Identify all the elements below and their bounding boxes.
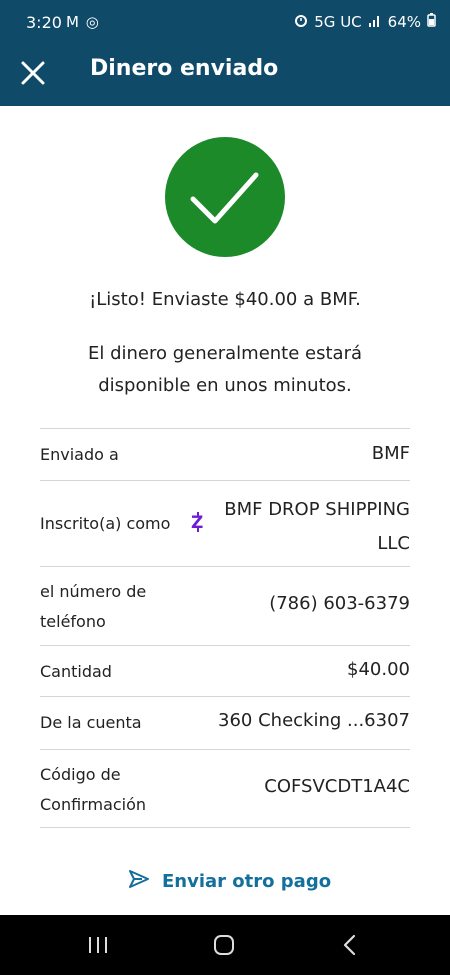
detail-row-account: De la cuenta 360 Checking ...6307 xyxy=(40,697,410,750)
detail-label: Cantidad xyxy=(40,662,112,681)
detail-row-phone: el número de teléfono (786) 603-6379 xyxy=(40,567,410,646)
status-right: 5G UC 64% xyxy=(294,13,436,31)
app-bar: Dinero enviado xyxy=(0,48,450,106)
detail-row-enrolled-as: Inscrito(a) como Z BMF DROP SHIPPING LLC xyxy=(40,481,410,567)
battery-icon xyxy=(427,13,436,31)
recents-icon[interactable] xyxy=(68,915,128,975)
notification-icons: M ◎ xyxy=(66,13,100,31)
detail-value: 360 Checking ...6307 xyxy=(218,710,410,731)
success-badge xyxy=(165,137,285,257)
transfer-details: Enviado a BMF Inscrito(a) como Z BMF DRO… xyxy=(40,428,410,828)
status-time: 3:20 xyxy=(26,13,62,32)
home-icon[interactable] xyxy=(194,915,254,975)
send-icon xyxy=(128,869,150,894)
detail-row-amount: Cantidad $40.00 xyxy=(40,646,410,697)
detail-value: $40.00 xyxy=(347,659,410,680)
system-nav-bar xyxy=(0,915,450,975)
detail-row-recipient: Enviado a BMF xyxy=(40,429,410,481)
battery-label: 64% xyxy=(387,13,421,31)
detail-value: COFSVCDT1A4C xyxy=(264,776,410,797)
detail-label: Enviado a xyxy=(40,445,119,464)
checkmark-icon xyxy=(190,172,259,224)
detail-value: (786) 603-6379 xyxy=(269,593,410,614)
detail-label: Inscrito(a) como xyxy=(40,514,171,533)
success-message: ¡Listo! Enviaste $40.00 a BMF. xyxy=(89,289,361,310)
network-label: 5G UC xyxy=(314,13,362,31)
page-title: Dinero enviado xyxy=(90,56,279,81)
detail-value: BMF xyxy=(371,443,410,464)
detail-label: Código de Confirmación xyxy=(40,765,147,814)
close-icon[interactable] xyxy=(20,60,46,86)
back-icon[interactable] xyxy=(320,915,380,975)
detail-label: el número de teléfono xyxy=(40,582,147,631)
detail-label: De la cuenta xyxy=(40,713,142,732)
status-bar: 3:20 M ◎ 5G UC 64% xyxy=(0,0,450,48)
send-another-payment-button[interactable]: Enviar otro pago xyxy=(128,866,331,896)
zelle-icon: Z xyxy=(190,511,206,533)
alarm-icon xyxy=(294,13,308,31)
signal-icon xyxy=(368,13,382,31)
detail-value: BMF DROP SHIPPING LLC xyxy=(224,499,410,554)
availability-note: El dinero generalmente estará disponible… xyxy=(88,343,362,396)
send-another-payment-label: Enviar otro pago xyxy=(162,870,332,892)
detail-row-confirmation: Código de Confirmación COFSVCDT1A4C xyxy=(40,750,410,828)
